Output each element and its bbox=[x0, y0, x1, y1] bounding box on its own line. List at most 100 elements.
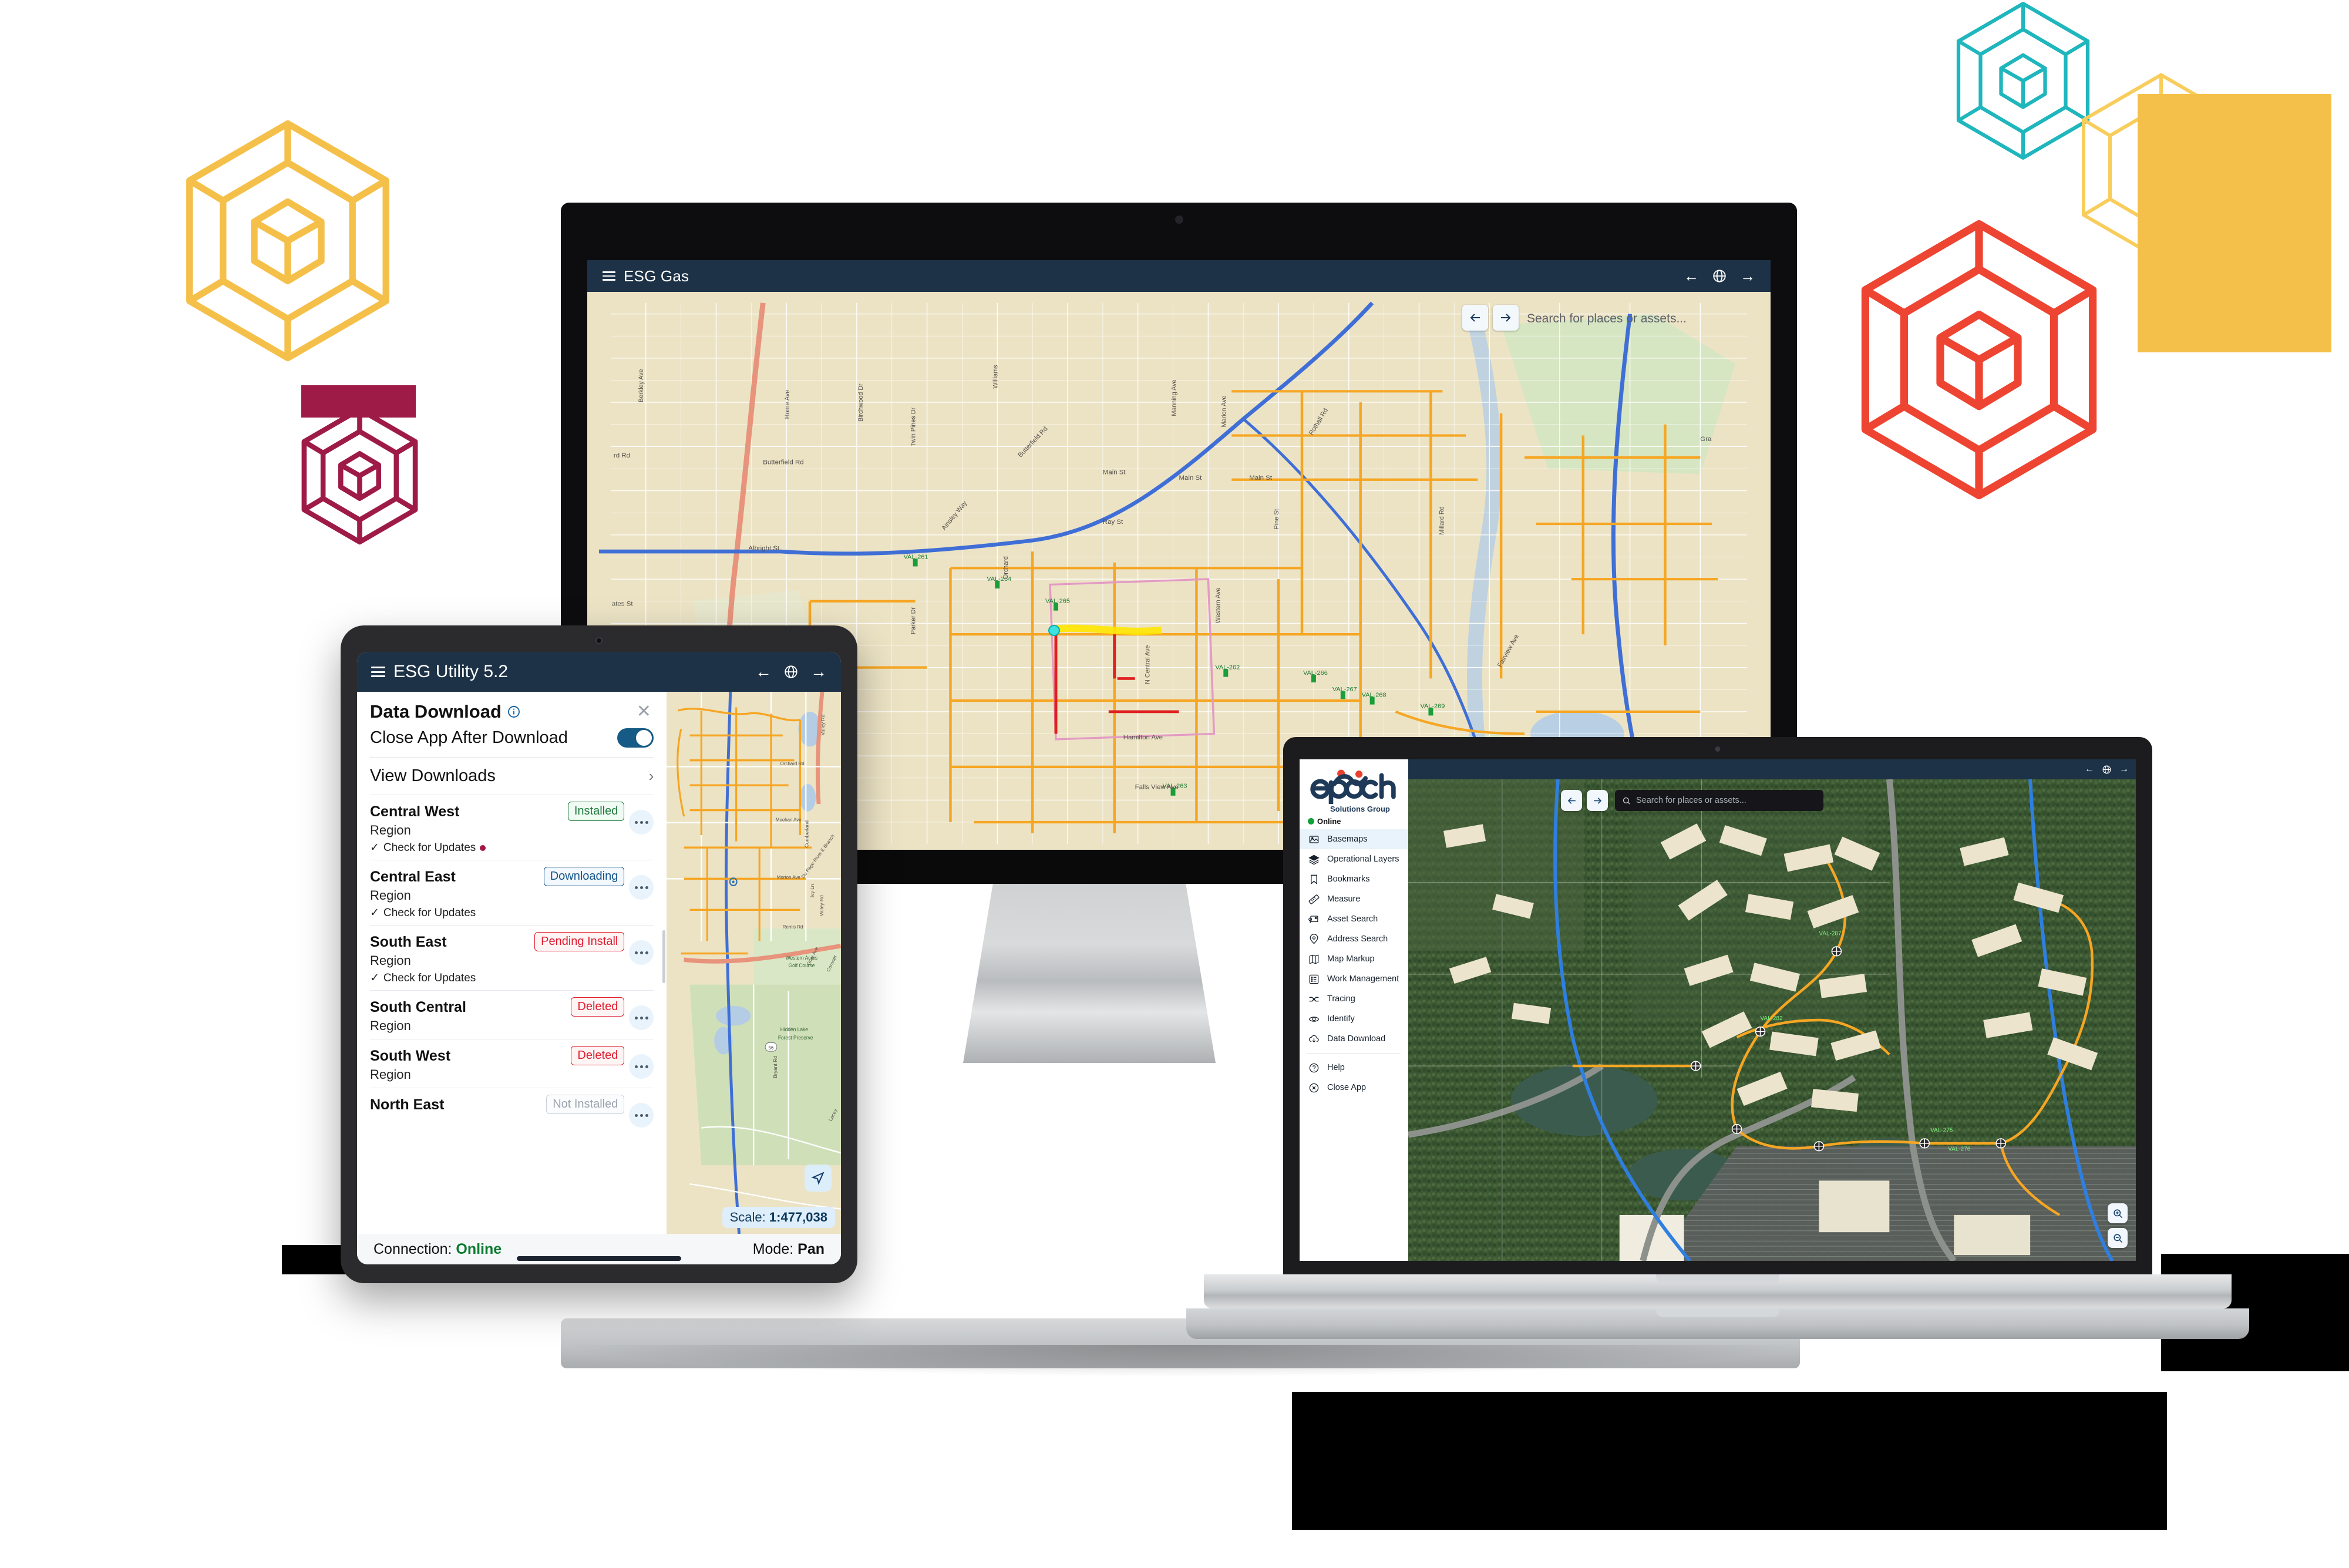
desktop-search-placeholder: Search for places or assets... bbox=[1527, 312, 1687, 325]
status-dot-icon bbox=[1308, 818, 1314, 825]
svg-text:Manning Ave: Manning Ave bbox=[1170, 379, 1177, 416]
connection-value: Online bbox=[456, 1240, 502, 1257]
list-scrollbar[interactable] bbox=[662, 930, 666, 984]
monitor-camera-icon bbox=[1174, 216, 1183, 224]
status-label: Online bbox=[1317, 817, 1341, 826]
check-for-updates[interactable]: ✓ Check for Updates bbox=[370, 971, 530, 985]
laptop-content: ← → VAL-287 VAL-282 VAL-275 VAL-276 Sear… bbox=[1408, 759, 2136, 1261]
svg-text:VAL-265: VAL-265 bbox=[1045, 598, 1070, 605]
status-badge: Pending Install bbox=[534, 932, 625, 951]
help-circle-icon bbox=[1308, 1062, 1320, 1074]
cube-gold-icon bbox=[176, 117, 399, 364]
desktop-app-bar: ESG Gas ← → bbox=[587, 260, 1771, 292]
list-item[interactable]: South East Region ✓ Check for Updates Pe… bbox=[357, 926, 667, 990]
check-icon: ✓ bbox=[370, 972, 379, 984]
more-options-icon[interactable] bbox=[629, 1054, 654, 1079]
more-options-icon[interactable] bbox=[629, 810, 654, 835]
menu-item-work-management[interactable]: Work Management bbox=[1300, 969, 1408, 989]
laptop-trackpad-notch bbox=[1656, 1274, 1779, 1283]
laptop-search-placeholder: Search for places or assets... bbox=[1636, 796, 1746, 805]
svg-text:Main St: Main St bbox=[1103, 469, 1126, 476]
tablet-map[interactable]: Valley Rd Orchard Rd Meehan Ave Morton A… bbox=[667, 692, 841, 1234]
menu-item-operational-layers[interactable]: Operational Layers bbox=[1300, 849, 1408, 869]
more-options-icon[interactable] bbox=[629, 875, 654, 900]
downloads-list[interactable]: Central West Region ✓ Check for Updates … bbox=[357, 795, 667, 1234]
check-for-updates[interactable]: ✓ Check for Updates bbox=[370, 841, 563, 854]
globe-icon[interactable] bbox=[1712, 268, 1727, 284]
menu-label: Asset Search bbox=[1327, 914, 1378, 924]
svg-text:Bryant Rd: Bryant Rd bbox=[773, 1056, 778, 1078]
svg-text:Millard Rd: Millard Rd bbox=[1438, 506, 1445, 535]
status-badge: Deleted bbox=[571, 997, 625, 1017]
more-options-icon[interactable] bbox=[629, 1005, 654, 1030]
map-forward-button[interactable] bbox=[1587, 790, 1608, 811]
locate-arrow-icon[interactable] bbox=[805, 1165, 832, 1192]
zoom-out-icon[interactable] bbox=[2108, 1228, 2128, 1248]
svg-text:VAL-276: VAL-276 bbox=[1948, 1146, 1971, 1153]
zoom-in-icon[interactable] bbox=[2108, 1203, 2128, 1223]
desktop-search-input[interactable]: Search for places or assets... bbox=[1527, 309, 1762, 328]
forward-icon[interactable]: → bbox=[1740, 267, 1755, 285]
menu-item-help[interactable]: Help bbox=[1300, 1058, 1408, 1078]
list-item[interactable]: Central West Region ✓ Check for Updates … bbox=[357, 795, 667, 860]
globe-icon[interactable] bbox=[783, 664, 799, 679]
menu-item-tracing[interactable]: Tracing bbox=[1300, 989, 1408, 1009]
globe-icon[interactable] bbox=[2102, 765, 2112, 775]
laptop-menu: Basemaps Operational Layers Bookmarks Me… bbox=[1300, 829, 1408, 1098]
laptop-search-input[interactable]: Search for places or assets... bbox=[1615, 790, 1823, 811]
forward-icon[interactable]: → bbox=[2119, 764, 2129, 775]
menu-item-map-markup[interactable]: Map Markup bbox=[1300, 949, 1408, 969]
svg-text:VAL-267: VAL-267 bbox=[1332, 686, 1357, 693]
info-icon[interactable] bbox=[507, 705, 521, 719]
back-icon[interactable]: ← bbox=[1684, 267, 1699, 285]
map-forward-button[interactable] bbox=[1493, 305, 1519, 331]
list-item[interactable]: South Central Region Deleted bbox=[357, 991, 667, 1039]
forward-icon[interactable]: → bbox=[810, 662, 827, 681]
list-item[interactable]: North East Not Installed bbox=[357, 1088, 667, 1133]
laptop-satellite-map[interactable]: VAL-287 VAL-282 VAL-275 VAL-276 Search f… bbox=[1408, 779, 2136, 1261]
svg-text:N Central Ave: N Central Ave bbox=[1144, 645, 1151, 684]
map-back-button[interactable] bbox=[1462, 305, 1488, 331]
more-options-icon[interactable] bbox=[629, 1103, 654, 1128]
menu-item-address-search[interactable]: Address Search bbox=[1300, 929, 1408, 949]
menu-item-data-download[interactable]: Data Download bbox=[1300, 1029, 1408, 1049]
svg-text:Morton Ave: Morton Ave bbox=[777, 874, 800, 880]
list-item[interactable]: Central East Region ✓ Check for Updates … bbox=[357, 860, 667, 925]
menu-item-measure[interactable]: Measure bbox=[1300, 889, 1408, 909]
tablet-app-bar: ESG Utility 5.2 ← → bbox=[357, 652, 841, 692]
svg-text:Western Ave: Western Ave bbox=[1214, 588, 1221, 624]
check-for-updates[interactable]: ✓ Check for Updates bbox=[370, 906, 539, 920]
view-downloads-row[interactable]: View Downloads › bbox=[357, 758, 667, 795]
region-type: Region bbox=[370, 953, 411, 968]
scale-label: Scale: bbox=[729, 1210, 766, 1224]
showcase-stage: ESG Gas ← → VAL-261 VAL-264 VAL-265 VAL-… bbox=[0, 0, 2349, 1568]
region-name: South East bbox=[370, 934, 447, 950]
svg-text:VAL-287: VAL-287 bbox=[1819, 931, 1841, 937]
address-pin-icon bbox=[1308, 933, 1320, 945]
menu-item-identify[interactable]: Identify bbox=[1300, 1009, 1408, 1029]
menu-item-close-app[interactable]: Close App bbox=[1300, 1078, 1408, 1098]
svg-text:rd Rd: rd Rd bbox=[614, 452, 630, 459]
back-icon[interactable]: ← bbox=[2085, 764, 2094, 775]
svg-text:Marion Ave: Marion Ave bbox=[1220, 396, 1227, 428]
menu-label: Basemaps bbox=[1327, 835, 1368, 844]
desktop-map-nav bbox=[1462, 305, 1519, 331]
svg-text:Williams: Williams bbox=[992, 365, 999, 389]
menu-item-bookmarks[interactable]: Bookmarks bbox=[1300, 869, 1408, 889]
menu-label: Map Markup bbox=[1327, 954, 1375, 964]
hamburger-icon[interactable] bbox=[371, 664, 385, 680]
back-icon[interactable]: ← bbox=[755, 662, 772, 681]
panel-header: Data Download ✕ bbox=[357, 692, 667, 726]
panel-title-row: Data Download bbox=[370, 701, 521, 722]
laptop-screen: Solutions Group Online Basemaps Operatio… bbox=[1300, 759, 2136, 1261]
more-options-icon[interactable] bbox=[629, 940, 654, 965]
close-icon[interactable]: ✕ bbox=[634, 702, 654, 722]
list-item[interactable]: South West Region Deleted bbox=[357, 1039, 667, 1088]
close-after-download-toggle[interactable] bbox=[617, 728, 654, 748]
svg-text:Remis Rd: Remis Rd bbox=[783, 924, 803, 930]
menu-item-asset-search[interactable]: Asset Search bbox=[1300, 909, 1408, 929]
hamburger-icon[interactable] bbox=[603, 269, 615, 283]
menu-item-basemaps[interactable]: Basemaps bbox=[1300, 829, 1408, 849]
svg-text:VAL-261: VAL-261 bbox=[904, 554, 928, 561]
map-back-button[interactable] bbox=[1561, 790, 1582, 811]
